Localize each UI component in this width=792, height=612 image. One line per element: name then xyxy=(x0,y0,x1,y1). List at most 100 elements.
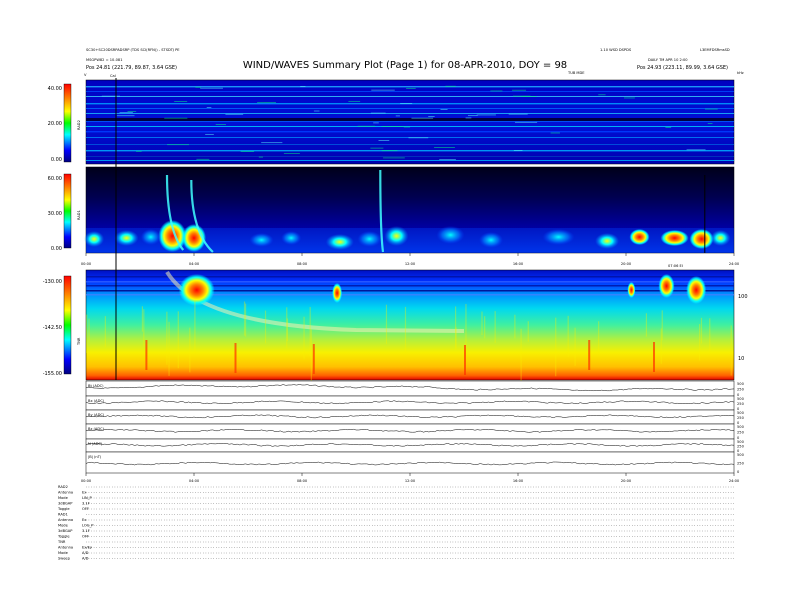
rad1-xtick-label: 08:00 xyxy=(297,262,308,266)
tnr-streak xyxy=(404,306,407,353)
rad2-streak xyxy=(119,112,133,113)
tnr-streak xyxy=(555,317,557,377)
tnr-streak xyxy=(194,300,196,354)
bfield-right-tick: 250 xyxy=(737,388,745,392)
bfield-xtick-label: 08:00 xyxy=(297,479,308,483)
tnr-burst xyxy=(627,282,636,298)
tnr-spike xyxy=(653,342,655,372)
header-right-line1: 1.10 WSD DSPDS xyxy=(600,48,632,52)
rad2-streak xyxy=(225,113,244,115)
rad2-streak xyxy=(428,116,435,117)
rad2-streak xyxy=(357,125,376,127)
rad2-streak xyxy=(257,101,276,103)
tnr-streak xyxy=(661,310,663,341)
footer-label: Sweep xyxy=(58,557,71,561)
rad2-streak xyxy=(465,117,472,119)
bfield-xtick-label: 16:00 xyxy=(513,479,524,483)
rad1-emission xyxy=(281,231,302,245)
tnr-ylabel: TNR xyxy=(77,337,81,346)
tnr-streak xyxy=(286,318,288,341)
rad2-band xyxy=(86,150,734,152)
tnr-streak xyxy=(698,324,701,361)
rad2-streak xyxy=(195,86,201,88)
rad1-xtick-label: 04:00 xyxy=(189,262,200,266)
rad2-streak xyxy=(408,137,429,139)
bfield-x-axis: 00:00 04:00 08:00 12:00 16:00 20:00 24:00 xyxy=(81,473,740,483)
rad2-streak xyxy=(205,133,214,135)
rad1-xtick-label: 16:00 xyxy=(513,262,524,266)
tnr-streak xyxy=(574,327,576,366)
tnr-right-tick-10: 10 xyxy=(738,356,744,362)
tnr-streak xyxy=(385,304,388,345)
tnr-streak xyxy=(168,321,170,376)
rad2-streak xyxy=(258,156,263,158)
tnr-streak xyxy=(481,311,483,336)
rad2-band xyxy=(86,91,734,92)
footer-label: 3dBGAP xyxy=(58,502,73,506)
tnr-streak xyxy=(141,306,144,332)
footer-value: LOG_P xyxy=(82,524,94,528)
rad1-cbar-tick-bot: 0.00 xyxy=(51,246,62,252)
tnr-streak xyxy=(494,311,496,344)
rt-marker: TUB MDE xyxy=(567,71,585,75)
footer-label: RAD2 xyxy=(58,485,68,489)
bfield-xtick-label: 04:00 xyxy=(189,479,200,483)
rad1-xtick-label: 20:00 xyxy=(621,262,632,266)
bfield-xtick-label: 00:00 xyxy=(81,479,92,483)
rad1-ylabel: RAD1 xyxy=(77,210,81,220)
bfield-right-tick: 500 xyxy=(737,425,745,429)
plot-title: WIND/WAVES Summary Plot (Page 1) for 08-… xyxy=(243,60,567,71)
bfield-right-tick: 500 xyxy=(737,397,745,401)
summary-plot: WIND/WAVES Summary Plot (Page 1) for 08-… xyxy=(43,48,748,561)
rad1-emission xyxy=(384,226,409,246)
bfield-right-tick: 250 xyxy=(737,462,745,466)
footer-label: Mode xyxy=(58,551,69,555)
tnr-streak xyxy=(310,329,312,382)
footer-value: OFF xyxy=(82,507,89,511)
header-left-line2: MSGPW82 = 10-081 xyxy=(86,58,123,62)
tnr-burst xyxy=(686,276,707,304)
bfield-right-tick: 500 xyxy=(737,382,745,386)
rad2-streak xyxy=(550,132,560,134)
tnr-streak xyxy=(264,310,267,344)
rad2-streak xyxy=(164,117,188,119)
tnr-colorbar xyxy=(63,275,72,375)
rad1-panel: 60.00 30.00 0.00 RAD1 07:06 EI 00:00 04:0… xyxy=(48,166,740,268)
rad2-streak xyxy=(707,123,713,124)
rad2-streak xyxy=(283,152,300,154)
rad1-emission xyxy=(140,229,161,245)
rad2-band xyxy=(86,121,734,122)
tnr-streak xyxy=(709,318,711,352)
rad1-emission xyxy=(629,229,650,245)
rad1-emission xyxy=(542,229,575,245)
rad2-ylabel: RAD2 xyxy=(77,120,81,130)
rad2-band xyxy=(86,96,734,97)
rad2-streak xyxy=(490,90,503,92)
tnr-burst xyxy=(332,283,343,303)
rad2-band xyxy=(86,160,734,161)
bfield-panels: Bt (ADC) 5002500Bx (ADC) 5002500By (ADC) 50… xyxy=(85,380,745,474)
bfield-right-tick: 500 xyxy=(737,453,745,457)
rad1-emission xyxy=(689,229,714,249)
rad2-cbar-tick-mid: 20.00 xyxy=(48,121,62,127)
footer-label: Antenna xyxy=(58,491,73,495)
tnr-cbar-tick-top: -130.00 xyxy=(43,279,62,285)
rad1-emission xyxy=(710,230,731,246)
rad2-panel: 40.00 20.00 0.00 RAD2 xyxy=(48,79,735,165)
rad2-streak xyxy=(381,126,404,127)
top-left-glyph: V xyxy=(84,73,87,77)
rad2-band xyxy=(86,131,734,133)
footer-label: Toggle xyxy=(57,535,70,539)
footer-label: Antenna xyxy=(58,546,73,550)
tnr-cbar-tick-bot: -155.00 xyxy=(43,371,62,377)
rad2-streak xyxy=(174,101,188,102)
rad1-emission xyxy=(357,231,382,247)
footer-value: A/D xyxy=(82,551,89,555)
footer-label: TNR xyxy=(57,540,66,544)
rad2-streak xyxy=(378,140,390,141)
bfield-xtick-label: 12:00 xyxy=(405,479,416,483)
rad2-streak xyxy=(200,87,223,89)
rad2-streak xyxy=(403,126,411,128)
tnr-spike xyxy=(145,340,148,370)
bfield-right-tick: 250 xyxy=(737,416,745,420)
